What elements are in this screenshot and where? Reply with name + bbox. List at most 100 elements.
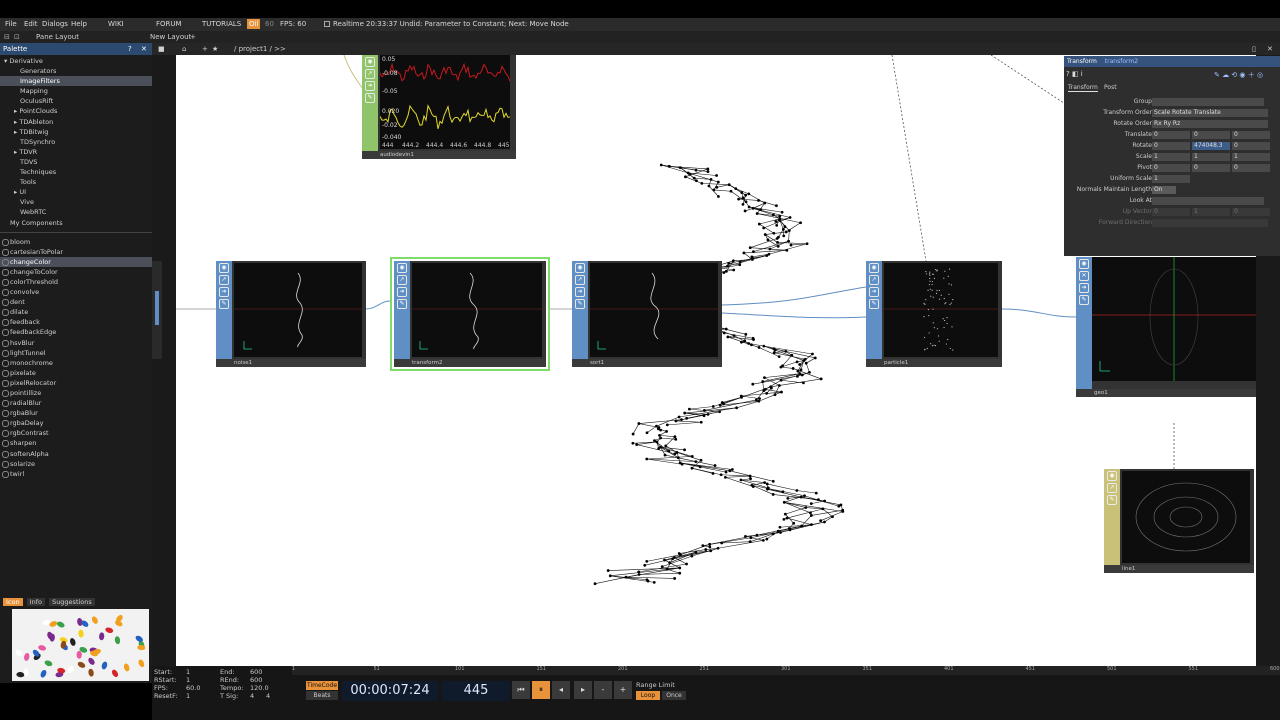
param-normals-maintain-length[interactable]: Normals Maintain Length On: [1064, 185, 1274, 195]
param-transform-order[interactable]: Transform Order Scale Rotate Translate: [1064, 108, 1274, 118]
tab-post[interactable]: Post: [1104, 84, 1117, 91]
component-item[interactable]: changeToColor: [0, 267, 152, 277]
component-item[interactable]: cartesianToPolar: [0, 247, 152, 257]
wrench-icon[interactable]: ✎: [219, 299, 229, 309]
arrow-icon[interactable]: ➔: [575, 287, 585, 297]
add-layout-icon[interactable]: +: [190, 31, 196, 43]
layout-icon[interactable]: ⊟: [4, 31, 10, 43]
param-uniform-scale[interactable]: Uniform Scale 1: [1064, 174, 1274, 184]
tree-item-pointclouds[interactable]: ▸ PointClouds: [0, 106, 152, 116]
node-sort1[interactable]: ◉ ↗ ➔ ✎ sort1: [572, 261, 722, 367]
component-item[interactable]: pointillize: [0, 388, 152, 398]
arrow-icon[interactable]: ➔: [1079, 283, 1089, 293]
component-item[interactable]: feedback: [0, 317, 152, 327]
viewer-icon[interactable]: ◉: [575, 263, 585, 273]
node-label[interactable]: noise1: [216, 359, 366, 367]
bypass-icon[interactable]: ↗: [365, 69, 375, 79]
tempo-value[interactable]: 120.0: [250, 684, 269, 692]
viewer-icon[interactable]: ◉: [397, 263, 407, 273]
node-transform2-selected[interactable]: ◉ ↗ ➔ ✎ transform2: [390, 257, 550, 371]
component-item[interactable]: convolve: [0, 287, 152, 297]
minus-button[interactable]: -: [594, 681, 612, 699]
component-item[interactable]: twirl: [0, 469, 152, 479]
arrow-icon[interactable]: ➔: [397, 287, 407, 297]
node-label[interactable]: line1: [1104, 565, 1254, 573]
arrow-icon[interactable]: ➔: [365, 81, 375, 91]
node-geo1[interactable]: ◉ ✕ ➔ ✎ geo1: [1076, 257, 1256, 397]
node-label[interactable]: transform2: [394, 359, 546, 367]
component-item[interactable]: softenAlpha: [0, 449, 152, 459]
param-rotate[interactable]: Rotate 0 474048.3 0: [1064, 141, 1274, 151]
frame-ruler[interactable]: 1 51 101 151 201 251 301 351 401 451 501 551 600: [292, 666, 1280, 675]
node-label[interactable]: particle1: [866, 359, 1002, 367]
tree-item-ui[interactable]: ▸ UI: [0, 187, 152, 197]
tree-item-tdbitwig[interactable]: ▸ TDBitwig: [0, 127, 152, 137]
pane-split-icon[interactable]: ▯: [1252, 43, 1256, 55]
tree-item-tdsynchro[interactable]: TDSynchro: [0, 137, 152, 147]
beats-toggle[interactable]: Beats: [306, 691, 338, 700]
component-item[interactable]: colorThreshold: [0, 277, 152, 287]
node-label[interactable]: sort1: [572, 359, 722, 367]
stop-icon[interactable]: ■: [158, 43, 165, 55]
new-layout-tab[interactable]: New Layout: [150, 31, 191, 43]
arrow-icon[interactable]: ➔: [219, 287, 229, 297]
tab-info[interactable]: Info: [26, 598, 45, 606]
param-group[interactable]: Group: [1064, 97, 1274, 107]
node-label[interactable]: audiodevin1: [362, 151, 516, 159]
tree-item-derivative[interactable]: ▾ Derivative: [0, 56, 152, 66]
component-item[interactable]: dent: [0, 297, 152, 307]
param-scale[interactable]: Scale 1 1 1: [1064, 152, 1274, 162]
tab-icon[interactable]: Icon: [3, 598, 23, 606]
component-item[interactable]: rgbaBlur: [0, 408, 152, 418]
component-item[interactable]: lightTunnel: [0, 348, 152, 358]
rstart-value[interactable]: 1: [186, 676, 190, 684]
tree-item-vive[interactable]: Vive: [0, 197, 152, 207]
viewer-icon[interactable]: ◉: [1107, 471, 1117, 481]
add-icon[interactable]: +: [202, 43, 208, 55]
component-item[interactable]: pixelRelocator: [0, 378, 152, 388]
menu-file[interactable]: File: [5, 18, 17, 31]
param-help-icon[interactable]: ? ◧ i: [1066, 70, 1083, 78]
link-wiki[interactable]: WIKI: [108, 18, 124, 31]
tsig-numerator[interactable]: 4: [250, 692, 254, 700]
close-icon[interactable]: ✕: [141, 43, 147, 55]
wrench-icon[interactable]: ✎: [1079, 295, 1089, 305]
bypass-icon[interactable]: ↗: [869, 275, 879, 285]
component-item[interactable]: rgbaDelay: [0, 418, 152, 428]
viewer-icon[interactable]: ◉: [365, 57, 375, 67]
play-button[interactable]: ▸: [574, 681, 592, 699]
once-toggle[interactable]: Once: [662, 691, 686, 700]
bypass-icon[interactable]: ↗: [1107, 483, 1117, 493]
pause-button[interactable]: ⏸: [532, 681, 550, 699]
tree-item-mapping[interactable]: Mapping: [0, 86, 152, 96]
tree-item-tools[interactable]: Tools: [0, 177, 152, 187]
component-item[interactable]: feedbackEdge: [0, 327, 152, 337]
menu-help[interactable]: Help: [71, 18, 87, 31]
home-icon[interactable]: ⌂: [182, 43, 186, 55]
arrow-icon[interactable]: ➔: [869, 287, 879, 297]
end-value[interactable]: 600: [250, 668, 262, 676]
tree-item-tdvr[interactable]: ▸ TDVR: [0, 147, 152, 157]
rend-value[interactable]: 600: [250, 676, 262, 684]
param-look-at[interactable]: Look At: [1064, 196, 1274, 206]
wrench-icon[interactable]: ✎: [869, 299, 879, 309]
viewer-icon[interactable]: ◉: [1079, 259, 1089, 269]
timecode-toggle[interactable]: TimeCode: [306, 681, 338, 690]
realtime-checkbox[interactable]: [324, 21, 330, 27]
wrench-icon[interactable]: ✎: [1107, 495, 1117, 505]
bypass-icon[interactable]: ↗: [219, 275, 229, 285]
tsig-denominator[interactable]: 4: [266, 692, 270, 700]
link-forum[interactable]: FORUM: [156, 18, 182, 31]
rewind-button[interactable]: ⏮: [512, 681, 530, 699]
tree-item-tdableton[interactable]: ▸ TDAbleton: [0, 117, 152, 127]
component-item[interactable]: bloom: [0, 237, 152, 247]
tree-item-imagefilters[interactable]: ImageFilters: [0, 76, 152, 87]
tree-item-my-components[interactable]: My Components: [0, 218, 152, 228]
wrench-icon[interactable]: ✎: [575, 299, 585, 309]
node-label[interactable]: geo1: [1076, 389, 1256, 397]
op-name[interactable]: transform2: [1105, 58, 1138, 65]
node-noise1[interactable]: ◉ ↗ ➔ ✎ noise1: [216, 261, 366, 367]
step-back-button[interactable]: ◂: [552, 681, 570, 699]
tree-item-generators[interactable]: Generators: [0, 66, 152, 76]
param-translate[interactable]: Translate 0 0 0: [1064, 130, 1274, 140]
